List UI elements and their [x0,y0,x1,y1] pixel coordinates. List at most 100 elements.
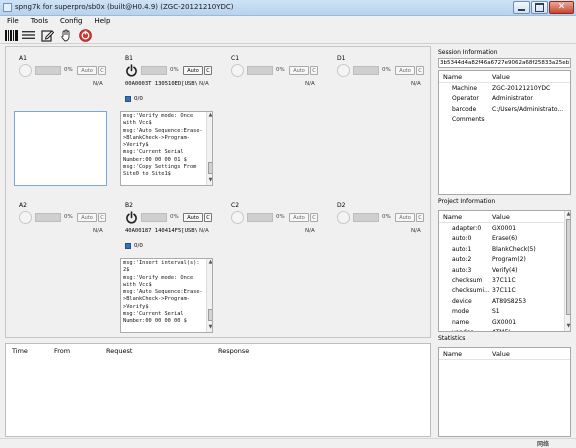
clear-button[interactable]: C [204,213,212,222]
project-row[interactable]: auto:1 BlankCheck(5) [439,245,570,255]
minimize-icon [518,9,525,11]
session-table-header: Name Value [439,71,570,83]
scroll-down-icon[interactable]: ▼ [207,324,212,331]
barcode-button[interactable] [4,28,18,42]
auto-button[interactable]: Auto [395,213,415,222]
clear-button[interactable]: C [416,213,424,222]
clear-button[interactable]: C [416,66,424,75]
power-icon[interactable] [125,211,138,224]
site-label: D2 [337,202,346,209]
auto-button[interactable]: Auto [289,66,309,75]
pass-count: 0/0 [134,243,143,249]
site-log[interactable] [14,111,107,186]
row-name: vendor [452,329,473,331]
site-status-text: N/A [411,81,421,87]
scroll-up-icon[interactable]: ▲ [565,211,570,218]
scroll-thumb[interactable] [207,309,212,321]
row-value: Program(2) [492,256,526,264]
log-scrollbar[interactable]: ▲ ▼ [206,112,212,185]
auto-button[interactable]: Auto [77,66,97,75]
site-status-text: N/A [199,228,209,234]
list-button[interactable] [21,28,35,42]
clear-button[interactable]: C [98,66,106,75]
close-icon: ✕ [557,2,566,12]
minimize-button[interactable] [513,1,530,14]
col-time[interactable]: Time [12,347,28,355]
project-row[interactable]: vendor ATMEL [439,328,570,331]
auto-button[interactable]: Auto [289,213,309,222]
session-col-value[interactable]: Value [492,73,510,81]
menu-config[interactable]: Config [53,16,87,27]
session-col-name[interactable]: Name [443,73,462,81]
site-label: C2 [231,202,240,209]
project-row[interactable]: auto:3 Verify(4) [439,266,570,276]
scroll-down-icon[interactable]: ▼ [207,177,212,184]
project-row[interactable]: auto:0 Erase(6) [439,234,570,244]
power-icon[interactable] [125,64,138,77]
project-row[interactable]: checksum 37C11C [439,276,570,286]
scroll-thumb[interactable] [207,162,212,174]
scroll-thumb[interactable] [565,219,570,315]
statistics-table: Name Value [438,347,571,437]
session-row[interactable]: barcode C:/Users/Administrato... [439,105,570,115]
row-value: ATMEL [492,329,512,331]
hand-button[interactable] [59,28,73,42]
stop-button[interactable] [78,28,92,42]
row-name: auto:0 [452,235,472,243]
menu-file[interactable]: File [0,16,24,27]
scroll-up-icon[interactable]: ▲ [207,112,212,119]
session-id-field[interactable]: 3b5344d4a82f46a6727e9062a68f25833a25eb1e [438,58,571,68]
site-progress-percent: 0% [170,214,179,220]
stats-col-name[interactable]: Name [443,350,462,358]
auto-button[interactable]: Auto [77,213,97,222]
project-row[interactable]: auto:2 Program(2) [439,255,570,265]
edit-button[interactable] [40,28,54,42]
project-row[interactable]: adapter:0 GX0001 [439,224,570,234]
row-name: auto:2 [452,256,472,264]
row-value: Administrator [492,95,533,103]
menu-help[interactable]: Help [87,16,115,27]
device-serial: 40A00187 140414F5[USB\VID_ [125,228,197,234]
site-progress-bar [353,66,379,75]
scroll-down-icon[interactable]: ▼ [565,323,570,330]
clear-button[interactable]: C [98,213,106,222]
close-button[interactable]: ✕ [549,1,574,14]
col-request[interactable]: Request [106,347,132,355]
project-row[interactable]: name GX0001 [439,318,570,328]
project-col-value[interactable]: Value [492,213,510,221]
project-scrollbar[interactable]: ▲ ▼ [564,211,570,331]
project-row[interactable]: mode S1 [439,307,570,317]
clear-button[interactable]: C [310,213,318,222]
row-name: auto:1 [452,245,472,253]
auto-button[interactable]: Auto [183,213,203,222]
session-row[interactable]: Machine ZGC-20121210YDC [439,84,570,94]
col-from[interactable]: From [54,347,70,355]
site-log[interactable]: msg:'Verify mode: Once with Vcc$ msg:'Au… [120,111,213,186]
log-scrollbar[interactable]: ▲ ▼ [206,259,212,332]
barcode-icon [4,29,18,41]
status-text: 网络 [537,441,550,448]
project-col-name[interactable]: Name [443,213,462,221]
site-log[interactable]: msg:'Insert interval(s): 2$ msg:'Verify … [120,258,213,333]
clear-button[interactable]: C [310,66,318,75]
project-table-header: Name Value [439,211,570,223]
pass-count: 0/0 [134,96,143,102]
stats-col-value[interactable]: Value [492,350,510,358]
row-value: 37C11C [492,277,516,284]
col-response[interactable]: Response [218,347,249,355]
menu-tools[interactable]: Tools [24,16,53,27]
site-progress-bar [35,213,61,222]
project-row[interactable]: checksumi... 37C11C [439,286,570,296]
clear-button[interactable]: C [204,66,212,75]
auto-button[interactable]: Auto [183,66,203,75]
project-row[interactable]: device AT89S8253 [439,297,570,307]
list-icon [21,31,35,39]
scroll-up-icon[interactable]: ▲ [207,259,212,266]
session-row[interactable]: Operator Administrator [439,94,570,104]
auto-button[interactable]: Auto [395,66,415,75]
row-name: adapter:0 [452,225,482,232]
maximize-button[interactable] [531,1,548,14]
site-label: A1 [19,55,27,62]
session-row[interactable]: Comments [439,115,570,125]
row-value: S1 [492,308,500,316]
